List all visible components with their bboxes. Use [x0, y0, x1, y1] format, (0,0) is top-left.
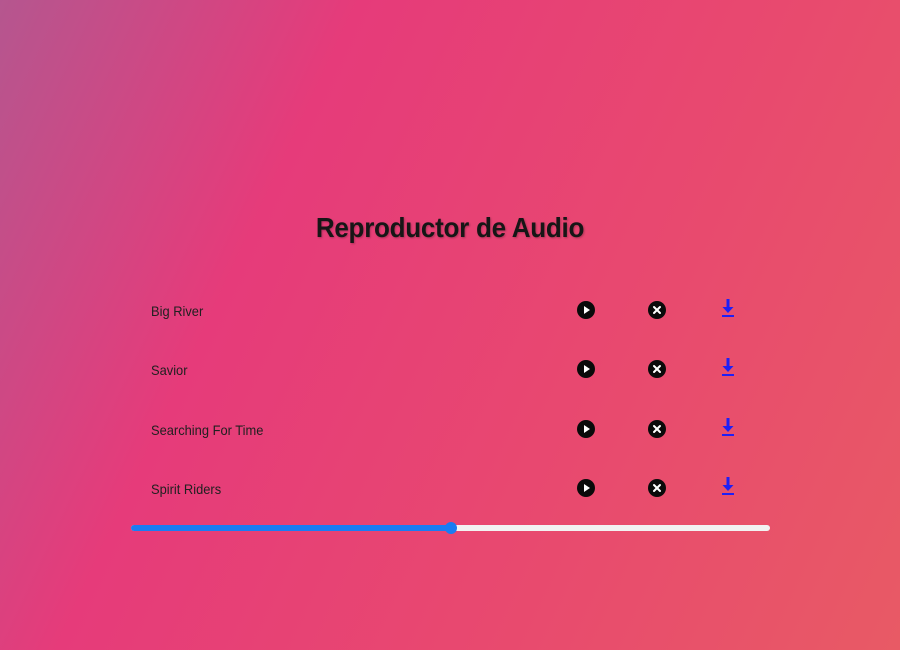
progress-slider[interactable]	[131, 522, 770, 534]
track-name: Searching For Time	[151, 422, 264, 438]
close-icon	[648, 360, 666, 378]
download-icon	[721, 417, 735, 442]
list-item: Savior	[0, 355, 900, 385]
remove-button[interactable]	[648, 301, 666, 319]
download-button[interactable]	[719, 417, 737, 442]
play-button[interactable]	[577, 360, 595, 378]
list-item: Spirit Riders	[0, 474, 900, 504]
play-button[interactable]	[577, 301, 595, 319]
track-name: Spirit Riders	[151, 481, 222, 497]
play-button[interactable]	[577, 420, 595, 438]
download-icon	[721, 476, 735, 501]
download-button[interactable]	[719, 357, 737, 382]
play-icon	[577, 301, 595, 319]
remove-button[interactable]	[648, 420, 666, 438]
download-button[interactable]	[719, 476, 737, 501]
close-icon	[648, 301, 666, 319]
page-title: Reproductor de Audio	[315, 212, 585, 243]
slider-fill	[131, 525, 451, 531]
close-icon	[648, 420, 666, 438]
download-button[interactable]	[719, 298, 737, 323]
play-button[interactable]	[577, 479, 595, 497]
list-item: Searching For Time	[0, 415, 900, 445]
play-icon	[577, 360, 595, 378]
play-icon	[577, 479, 595, 497]
remove-button[interactable]	[648, 479, 666, 497]
track-name: Big River	[151, 303, 204, 319]
slider-thumb[interactable]	[444, 522, 457, 534]
track-name: Savior	[151, 362, 188, 378]
download-icon	[721, 357, 735, 382]
list-item: Big River	[0, 296, 900, 326]
remove-button[interactable]	[648, 360, 666, 378]
download-icon	[721, 298, 735, 323]
close-icon	[648, 479, 666, 497]
play-icon	[577, 420, 595, 438]
